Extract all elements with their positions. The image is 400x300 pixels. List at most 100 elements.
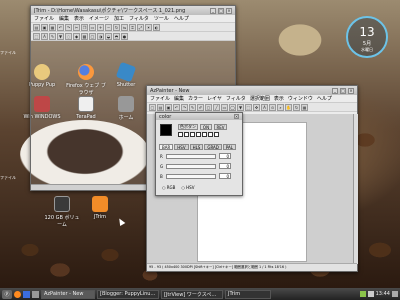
close-icon[interactable]: ×: [226, 7, 232, 14]
hand-icon[interactable]: ✋: [285, 103, 292, 111]
mosaic-icon[interactable]: ▩: [81, 32, 88, 40]
tab-pal[interactable]: PAL: [222, 144, 237, 150]
print-icon[interactable]: ▦: [49, 23, 56, 31]
new-icon[interactable]: ▢: [149, 103, 156, 111]
tray-icon[interactable]: [367, 291, 374, 297]
open-icon[interactable]: ▤: [33, 23, 40, 31]
menu-filter[interactable]: フィルタ: [129, 15, 149, 22]
minimize-icon[interactable]: _: [210, 7, 216, 14]
rotate-icon[interactable]: ↻: [293, 103, 300, 111]
select-icon[interactable]: ⬚: [33, 32, 40, 40]
tab-bar[interactable]: BAR: [159, 144, 174, 150]
on-button[interactable]: ON: [200, 124, 212, 130]
blur-icon[interactable]: ◌: [65, 32, 72, 40]
quick-launch-icon[interactable]: [23, 290, 30, 298]
close-icon[interactable]: ×: [234, 114, 239, 119]
menu-layer[interactable]: レイヤ: [207, 95, 222, 102]
maximize-icon[interactable]: □: [340, 87, 346, 94]
crop-icon[interactable]: ⌗: [129, 23, 136, 31]
menu-help[interactable]: ヘルプ: [317, 95, 332, 102]
ellipse-icon[interactable]: ◯: [229, 103, 236, 111]
palette-swatch[interactable]: [184, 132, 189, 137]
tab-hsv[interactable]: HSV: [174, 144, 189, 150]
menu-help[interactable]: ヘルプ: [174, 15, 189, 22]
palette-swatch[interactable]: [214, 132, 219, 137]
palette-swatch[interactable]: [202, 132, 207, 137]
contrast-icon[interactable]: ◐: [153, 23, 160, 31]
menu-process[interactable]: 加工: [114, 15, 124, 22]
pen-icon[interactable]: ✎: [189, 103, 196, 111]
redo-icon[interactable]: ↷: [65, 23, 72, 31]
azpainter-titlebar[interactable]: AzPainter - New _ □ ×: [147, 86, 357, 95]
menu-view[interactable]: 表示: [74, 15, 84, 22]
vertical-scrollbar[interactable]: [353, 114, 358, 264]
slider-b[interactable]: [166, 174, 216, 179]
frame-icon[interactable]: ▢: [89, 32, 96, 40]
redo-icon[interactable]: ↷: [181, 103, 188, 111]
color-icon[interactable]: ●: [121, 32, 128, 40]
resize-icon[interactable]: ⤢: [137, 23, 144, 31]
rotate-icon[interactable]: ↻: [113, 23, 120, 31]
pen-icon[interactable]: ✎: [49, 32, 56, 40]
quick-launch-icon[interactable]: [14, 290, 21, 298]
close-icon[interactable]: ×: [348, 87, 354, 94]
color-panel-titlebar[interactable]: color ×: [156, 113, 242, 120]
slider-r[interactable]: [166, 154, 216, 159]
paste-icon[interactable]: ▭: [89, 23, 96, 31]
eraser-icon[interactable]: ◻: [205, 103, 212, 111]
undo-icon[interactable]: ↶: [173, 103, 180, 111]
text-icon[interactable]: A: [41, 32, 48, 40]
task-jtrim[interactable]: JTrim: [225, 289, 271, 299]
open-icon[interactable]: ▤: [157, 103, 164, 111]
zoom-out-icon[interactable]: −: [105, 23, 112, 31]
menu-file[interactable]: ファイル: [34, 15, 54, 22]
radio-hsv[interactable]: ○ HSV: [181, 185, 194, 190]
gray-icon[interactable]: ◑: [97, 32, 104, 40]
palette-swatch[interactable]: [190, 132, 195, 137]
invert-icon[interactable]: ◓: [113, 32, 120, 40]
task-jtrview[interactable]: [JtrView] ワークスペ…: [161, 289, 223, 299]
fill-icon[interactable]: ▼: [237, 103, 244, 111]
menu-file[interactable]: ファイル: [150, 95, 170, 102]
taskbar-clock[interactable]: 13:44: [376, 291, 390, 297]
cut-icon[interactable]: ✂: [73, 23, 80, 31]
zoom-in-icon[interactable]: +: [97, 23, 104, 31]
brush-icon[interactable]: ✐: [197, 103, 204, 111]
text-icon[interactable]: A: [261, 103, 268, 111]
menu-edit[interactable]: 編集: [174, 95, 184, 102]
menu-view[interactable]: 表示: [274, 95, 284, 102]
palette-swatch[interactable]: [208, 132, 213, 137]
save-icon[interactable]: ▣: [41, 23, 48, 31]
zoom-icon[interactable]: ⌕: [277, 103, 284, 111]
palette-swatch[interactable]: [196, 132, 201, 137]
start-button[interactable]: Ⓟ: [2, 289, 12, 299]
jtrim-titlebar[interactable]: JTrim - D:\Home\Wasakasu\ポクチャ\ワークスペース 1_…: [31, 6, 235, 15]
value-b[interactable]: 0: [219, 173, 231, 179]
minimize-icon[interactable]: _: [332, 87, 338, 94]
color-mode-button[interactable]: 色ボタン: [178, 124, 198, 130]
desktop-icon-volume[interactable]: 120 GB ボリューム: [42, 196, 82, 228]
line-icon[interactable]: ╱: [213, 103, 220, 111]
tray-icon[interactable]: [359, 291, 366, 297]
tab-grad[interactable]: GRAD: [204, 144, 222, 150]
brightness-icon[interactable]: ☀: [145, 23, 152, 31]
sepia-icon[interactable]: ◒: [105, 32, 112, 40]
save-icon[interactable]: ▣: [165, 103, 172, 111]
rev-button[interactable]: REV: [214, 124, 227, 130]
slider-g[interactable]: [166, 164, 216, 169]
value-r[interactable]: 0: [219, 153, 231, 159]
radio-rgb[interactable]: ○ RGB: [162, 185, 175, 190]
sharpen-icon[interactable]: ◆: [73, 32, 80, 40]
tray-icon[interactable]: [392, 291, 398, 297]
fill-icon[interactable]: ▼: [57, 32, 64, 40]
menu-image[interactable]: イメージ: [89, 15, 109, 22]
select-icon[interactable]: ⬚: [245, 103, 252, 111]
menu-selection[interactable]: 選択範囲: [250, 95, 270, 102]
menu-filter[interactable]: フィルタ: [226, 95, 246, 102]
quick-launch-icon[interactable]: [32, 290, 39, 298]
tab-hls[interactable]: HLS: [189, 144, 204, 150]
undo-icon[interactable]: ↶: [57, 23, 64, 31]
copy-icon[interactable]: ❐: [81, 23, 88, 31]
menu-tools[interactable]: ツール: [154, 15, 169, 22]
menu-color[interactable]: カラー: [188, 95, 203, 102]
